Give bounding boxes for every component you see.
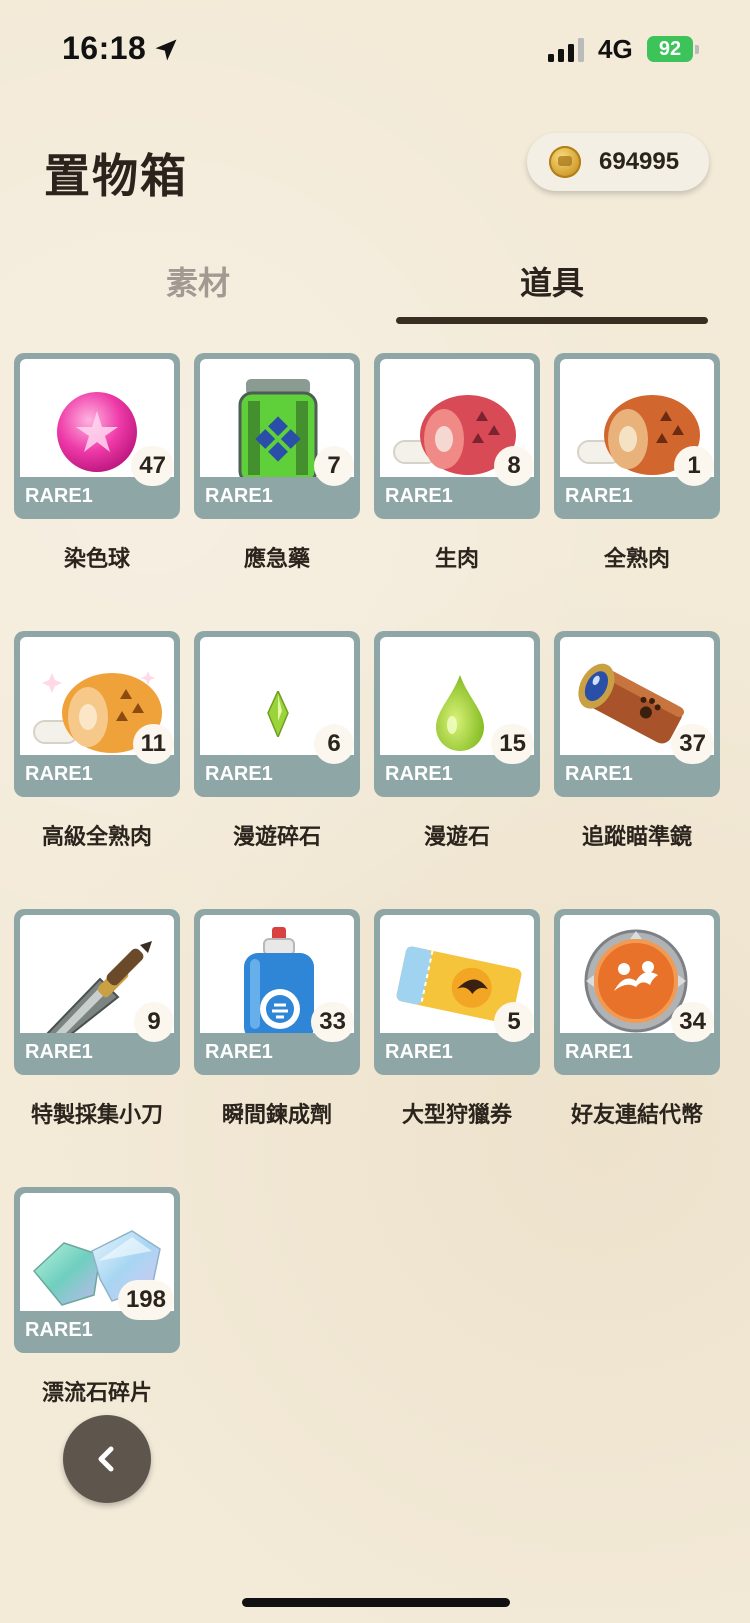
item-tile: RARE1 15 [374,631,540,797]
gold-coin-icon [549,146,581,178]
active-tab-indicator [396,317,708,324]
item-tile: RARE1 198 [14,1187,180,1353]
item-name: 生肉 [434,546,479,571]
coin-balance: 694995 [527,133,709,191]
rarity-label: RARE1 [385,1041,453,1063]
item-name: 染色球 [63,546,130,571]
item-tile: RARE1 34 [554,909,720,1075]
item-name: 全熟肉 [603,546,670,571]
back-button[interactable] [63,1415,151,1503]
item-tile: RARE1 47 [14,353,180,519]
item-tile: RARE1 7 [194,353,360,519]
item-tile: RARE1 33 [194,909,360,1075]
battery-tip [695,45,699,54]
item-count-badge: 37 [671,724,714,764]
item-count-badge: 9 [134,1002,174,1042]
item-count-badge: 8 [494,446,534,486]
item-count-badge: 33 [311,1002,354,1042]
battery-icon: 92 [647,36,699,64]
item-count-badge: 7 [314,446,354,486]
battery-level: 92 [647,36,693,62]
chevron-left-icon [98,1446,114,1472]
item-name: 大型狩獵券 [401,1102,512,1127]
coin-value: 694995 [599,148,680,175]
item-tile: RARE1 37 [554,631,720,797]
wander-stone-icon [436,675,484,751]
item-name: 特製採集小刀 [30,1102,163,1127]
rarity-label: RARE1 [385,485,453,507]
instant-crafting-agent-icon [244,927,314,1033]
rarity-label: RARE1 [25,763,93,785]
tab-materials[interactable]: 素材 [166,258,230,304]
rarity-label: RARE1 [205,485,273,507]
item-name: 漂流石碎片 [41,1380,152,1405]
location-arrow-icon [155,39,177,61]
item-count-badge: 47 [131,446,174,486]
item-name: 應急藥 [243,546,310,571]
item-tile: RARE1 5 [374,909,540,1075]
item-count-badge: 198 [117,1280,174,1320]
rarity-label: RARE1 [25,1319,93,1341]
cellular-signal-icon [548,38,584,62]
rarity-label: RARE1 [565,763,633,785]
rarity-label: RARE1 [385,763,453,785]
rarity-label: RARE1 [565,485,633,507]
item-tile: RARE1 6 [194,631,360,797]
status-time: 16:18 [62,30,147,66]
item-count-badge: 5 [494,1002,534,1042]
item-count-badge: 15 [491,724,534,764]
item-name: 漫遊石 [423,824,490,849]
item-tile: RARE1 8 [374,353,540,519]
dye-ball-icon [57,392,137,472]
item-count-badge: 11 [132,724,174,764]
item-tile: RARE1 9 [14,909,180,1075]
home-indicator[interactable] [242,1598,510,1607]
tab-items[interactable]: 道具 [520,258,584,304]
status-bar: 16:18 4G 92 [0,0,750,100]
rarity-label: RARE1 [205,1041,273,1063]
item-name: 高級全熟肉 [41,824,152,849]
item-count-badge: 34 [671,1002,714,1042]
item-name: 瞬間鍊成劑 [221,1102,332,1127]
page-title: 置物箱 [44,150,188,202]
first-aid-potion-icon [238,379,318,477]
item-count-badge: 1 [674,446,714,486]
item-name: 追蹤瞄準鏡 [581,824,692,849]
item-tile: RARE1 11 [14,631,180,797]
wander-shard-icon [267,691,289,737]
network-type: 4G [598,34,633,64]
rarity-label: RARE1 [25,485,93,507]
rarity-label: RARE1 [25,1041,93,1063]
rarity-label: RARE1 [565,1041,633,1063]
item-tile: RARE1 1 [554,353,720,519]
item-name: 漫遊碎石 [232,824,321,849]
item-name: 好友連結代幣 [570,1102,703,1127]
item-count-badge: 6 [314,724,354,764]
rarity-label: RARE1 [205,763,273,785]
